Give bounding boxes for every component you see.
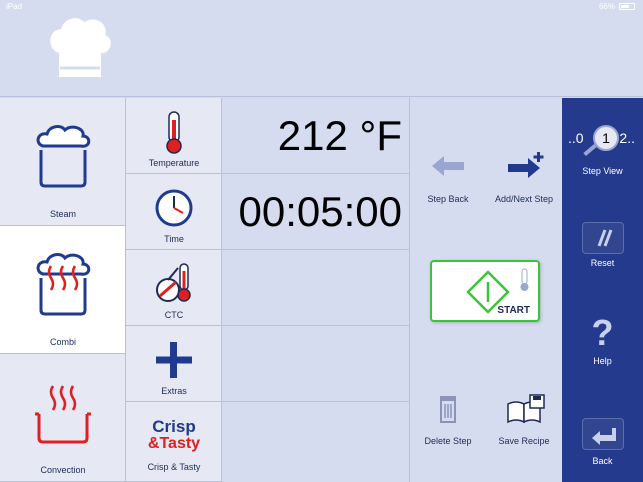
step-view-current: 1 (593, 125, 619, 151)
clock-icon (155, 189, 193, 227)
mode-steam-label: Steam (49, 209, 76, 219)
parameter-list: Temperature Time CTC Extras Crisp &Tasty (126, 98, 222, 482)
battery-percent: 66% (598, 2, 615, 11)
delete-step-button[interactable]: Delete Step (410, 386, 486, 446)
convection-pot-icon (35, 385, 91, 444)
right-sidebar: ..0 1 2.. Step View Reset ? Help Back (562, 98, 643, 482)
param-crisp-tasty[interactable]: Crisp &Tasty Crisp & Tasty (126, 402, 222, 482)
time-value: 00:05:00 (238, 188, 403, 235)
steam-pot-icon (36, 125, 91, 188)
help-label: Help (593, 356, 612, 366)
param-time-label: Time (164, 234, 184, 244)
delete-step-label: Delete Step (424, 436, 472, 446)
ctc-value-row[interactable] (222, 250, 410, 326)
add-next-step-button[interactable]: Add/Next Step (486, 144, 562, 204)
reset-button[interactable]: Reset (562, 216, 643, 286)
step-view-button[interactable]: ..0 1 2.. Step View (562, 98, 643, 182)
arrow-right-plus-icon (508, 152, 544, 178)
temperature-value: 212 °F (277, 112, 402, 159)
step-view-indicator: ..0 1 2.. (562, 125, 643, 157)
back-icon-frame (582, 418, 624, 450)
crisp-tasty-icon: Crisp &Tasty (126, 418, 222, 452)
mode-steam[interactable]: Steam (0, 98, 126, 226)
step-view-label: Step View (582, 166, 623, 176)
param-crisp-tasty-label: Crisp & Tasty (147, 462, 201, 472)
start-button[interactable]: START (430, 260, 540, 322)
back-arrow-icon (592, 428, 616, 445)
back-label: Back (592, 456, 613, 466)
mode-combi[interactable]: Combi (0, 226, 126, 354)
step-back-label: Step Back (427, 194, 469, 204)
save-recipe-label: Save Recipe (498, 436, 550, 446)
header-bar (0, 0, 643, 97)
save-recipe-button[interactable]: Save Recipe (486, 386, 562, 446)
start-label: START (497, 305, 530, 316)
help-button[interactable]: ? Help (562, 312, 643, 382)
cooking-modes: Steam Combi Convection (0, 98, 126, 482)
temperature-value-row[interactable]: 212 °F (222, 98, 410, 174)
step-actions: Step Back Add/Next Step START Delete Ste… (410, 98, 562, 482)
help-icon: ? (591, 312, 614, 353)
trash-icon (440, 396, 456, 423)
step-view-next: 2.. (619, 130, 635, 146)
time-value-row[interactable]: 00:05:00 (222, 174, 410, 250)
reset-label: Reset (590, 258, 615, 268)
step-back-button[interactable]: Step Back (410, 144, 486, 204)
param-ctc-label: CTC (164, 310, 184, 320)
back-button[interactable]: Back (562, 414, 643, 482)
probe-thermometer-icon (520, 268, 529, 291)
crisp-logo-line1: Crisp (152, 417, 196, 436)
param-ctc[interactable]: CTC (126, 250, 222, 326)
thermometer-icon (166, 111, 182, 154)
reset-icon-frame (582, 222, 624, 254)
ctc-icon (156, 263, 191, 302)
mode-convection-label: Convection (40, 465, 86, 475)
reset-slash-icon (597, 229, 613, 247)
plus-icon (156, 342, 192, 378)
book-save-icon (507, 394, 545, 424)
chef-hat-icon[interactable] (44, 12, 114, 82)
arrow-left-icon (432, 156, 464, 176)
combi-pot-icon (36, 253, 91, 316)
step-view-prev: ..0 (568, 130, 584, 146)
param-temperature[interactable]: Temperature (126, 98, 222, 174)
param-extras[interactable]: Extras (126, 326, 222, 402)
mode-combi-label: Combi (49, 337, 76, 347)
param-time[interactable]: Time (126, 174, 222, 250)
param-temperature-label: Temperature (148, 158, 200, 168)
crisp-logo-line2: &Tasty (147, 435, 201, 452)
param-extras-label: Extras (161, 386, 187, 396)
status-bar: iPad 66% (0, 0, 643, 14)
mode-convection[interactable]: Convection (0, 354, 126, 482)
parameter-values: 212 °F 00:05:00 (222, 98, 410, 482)
extras-value-row[interactable] (222, 326, 410, 402)
carrier-label: iPad (6, 2, 23, 11)
add-next-step-label: Add/Next Step (494, 194, 554, 204)
battery-icon (619, 3, 635, 10)
